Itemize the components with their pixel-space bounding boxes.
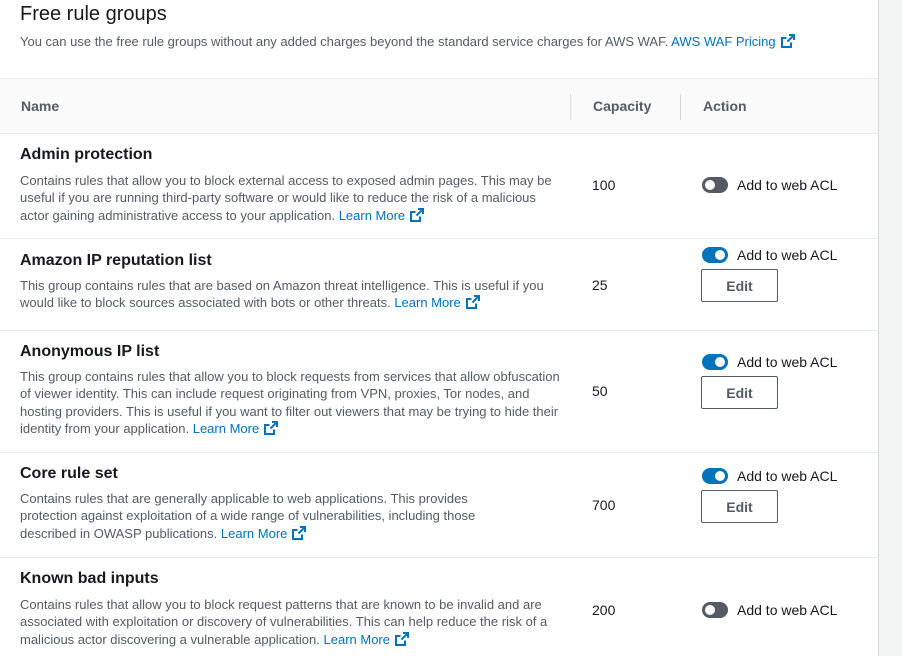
external-link-icon (780, 34, 795, 48)
learn-more-label: Learn More (220, 525, 288, 541)
add-to-web-acl-toggle[interactable]: Add to web ACL (702, 177, 837, 193)
column-divider (570, 94, 571, 120)
edit-button[interactable]: Edit (701, 490, 778, 523)
toggle-knob (715, 471, 725, 481)
aws-waf-pricing-link-label: AWS WAF Pricing (671, 34, 776, 49)
external-link-icon (410, 207, 425, 222)
toggle-knob (705, 605, 715, 615)
page-description-text: You can use the free rule groups without… (20, 34, 669, 49)
free-rule-groups-panel: Free rule groups You can use the free ru… (0, 0, 878, 656)
edit-button[interactable]: Edit (701, 376, 778, 409)
table-header: Name Capacity Action (0, 78, 878, 134)
rule-group-description: Contains rules that allow you to block r… (20, 596, 560, 648)
learn-more-label: Learn More (323, 631, 390, 647)
toggle-switch[interactable] (702, 177, 728, 193)
learn-more-label: Learn More (394, 295, 461, 311)
table-row-amazon-ip-reputation-list: Amazon IP reputation list This group con… (0, 239, 878, 331)
aws-waf-pricing-link[interactable]: AWS WAF Pricing (671, 34, 796, 49)
column-divider (680, 94, 681, 120)
edit-button[interactable]: Edit (701, 269, 778, 302)
rule-group-description: Contains rules that are generally applic… (20, 490, 520, 542)
learn-more-link[interactable]: Learn More (220, 525, 307, 541)
rule-group-description: This group contains rules that allow you… (20, 368, 560, 437)
add-to-web-acl-toggle[interactable]: Add to web ACL (702, 247, 837, 263)
toggle-switch[interactable] (702, 247, 728, 263)
toggle-knob (715, 250, 725, 260)
toggle-label: Add to web ACL (737, 247, 838, 263)
add-to-web-acl-toggle[interactable]: Add to web ACL (702, 602, 837, 618)
rule-group-description-text: Contains rules that allow you to block e… (20, 173, 552, 223)
toggle-label: Add to web ACL (737, 468, 838, 484)
capacity-value: 100 (592, 177, 616, 193)
rule-group-description-text: This group contains rules that allow you… (20, 369, 560, 436)
toggle-knob (705, 180, 715, 190)
table-row-core-rule-set: Core rule set Contains rules that are ge… (0, 453, 878, 558)
learn-more-label: Learn More (192, 420, 260, 436)
page-title: Free rule groups (20, 3, 167, 25)
add-to-web-acl-toggle[interactable]: Add to web ACL (702, 354, 837, 370)
page-description: You can use the free rule groups without… (20, 33, 796, 49)
toggle-switch[interactable] (702, 354, 728, 370)
table-row-anonymous-ip-list: Anonymous IP list This group contains ru… (0, 331, 878, 453)
table-row-admin-protection: Admin protection Contains rules that all… (0, 134, 878, 239)
rule-group-description: Contains rules that allow you to block e… (20, 172, 560, 224)
toggle-label: Add to web ACL (737, 177, 838, 193)
capacity-value: 200 (592, 602, 616, 618)
column-header-action[interactable]: Action (703, 98, 747, 114)
rule-group-name: Known bad inputs (20, 570, 159, 587)
rule-group-name: Amazon IP reputation list (20, 252, 212, 269)
toggle-label: Add to web ACL (737, 602, 838, 618)
learn-more-link[interactable]: Learn More (192, 420, 279, 436)
rule-group-name: Core rule set (20, 465, 118, 482)
rule-group-name: Anonymous IP list (20, 343, 160, 360)
capacity-value: 700 (592, 497, 616, 513)
toggle-label: Add to web ACL (737, 354, 838, 370)
toggle-knob (715, 357, 725, 367)
capacity-value: 25 (592, 277, 608, 293)
learn-more-link[interactable]: Learn More (394, 295, 480, 310)
learn-more-link[interactable]: Learn More (338, 207, 425, 223)
external-link-icon (395, 631, 409, 646)
external-link-icon (465, 295, 480, 310)
column-header-capacity[interactable]: Capacity (593, 98, 651, 114)
learn-more-link[interactable]: Learn More (323, 631, 410, 647)
rule-group-name: Admin protection (20, 146, 153, 163)
table-row-known-bad-inputs: Known bad inputs Contains rules that all… (0, 558, 878, 656)
capacity-value: 50 (592, 383, 608, 399)
column-header-name[interactable]: Name (21, 98, 59, 114)
external-link-icon (292, 525, 307, 540)
external-link-icon (264, 420, 279, 435)
add-to-web-acl-toggle[interactable]: Add to web ACL (702, 468, 837, 484)
toggle-switch[interactable] (702, 602, 728, 618)
learn-more-label: Learn More (338, 207, 406, 223)
toggle-switch[interactable] (702, 468, 728, 484)
rule-group-description-text: Contains rules that allow you to block r… (20, 597, 548, 647)
page-scroll-rail[interactable] (878, 0, 902, 656)
rule-group-description: This group contains rules that are based… (20, 277, 560, 312)
